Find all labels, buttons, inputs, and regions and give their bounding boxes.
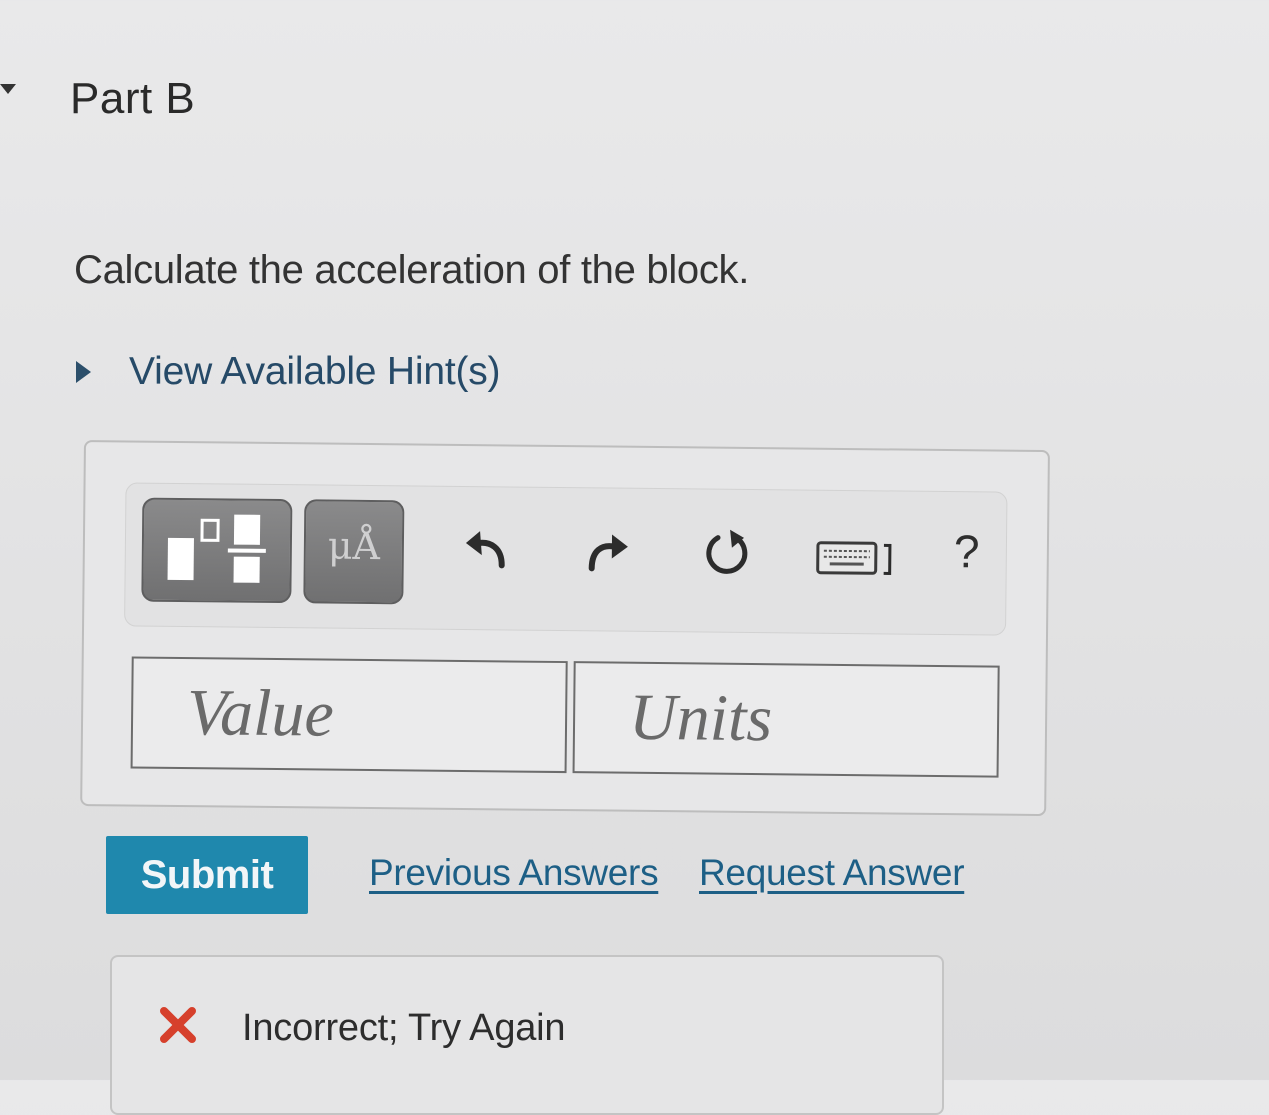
feedback-panel: Incorrect; Try Again bbox=[110, 955, 944, 1115]
view-hints-label: View Available Hint(s) bbox=[129, 350, 500, 394]
previous-answers-link[interactable]: Previous Answers bbox=[369, 852, 658, 894]
request-answer-link[interactable]: Request Answer bbox=[699, 852, 964, 894]
units-input[interactable] bbox=[573, 661, 1000, 777]
answer-panel: μÅ ? bbox=[80, 440, 1050, 816]
redo-icon[interactable] bbox=[584, 528, 630, 574]
math-toolbar: μÅ ? bbox=[124, 482, 1007, 635]
templates-icon bbox=[143, 500, 294, 606]
view-hints-toggle[interactable]: View Available Hint(s) bbox=[76, 350, 500, 394]
templates-button[interactable] bbox=[141, 498, 292, 604]
units-button[interactable]: μÅ bbox=[303, 499, 404, 604]
help-icon[interactable]: ? bbox=[954, 524, 980, 578]
caret-right-icon bbox=[76, 361, 91, 383]
value-input[interactable] bbox=[131, 657, 568, 774]
reset-icon[interactable] bbox=[700, 525, 755, 580]
keyboard-icon[interactable] bbox=[816, 539, 906, 580]
incorrect-x-icon bbox=[158, 1005, 198, 1045]
collapse-caret-icon[interactable] bbox=[0, 84, 16, 94]
undo-icon[interactable] bbox=[464, 527, 510, 573]
units-icon: μÅ bbox=[306, 523, 402, 568]
submit-button[interactable]: Submit bbox=[106, 836, 308, 914]
part-title: Part B bbox=[70, 74, 195, 124]
feedback-message: Incorrect; Try Again bbox=[242, 1007, 565, 1050]
question-text: Calculate the acceleration of the block. bbox=[74, 248, 749, 293]
